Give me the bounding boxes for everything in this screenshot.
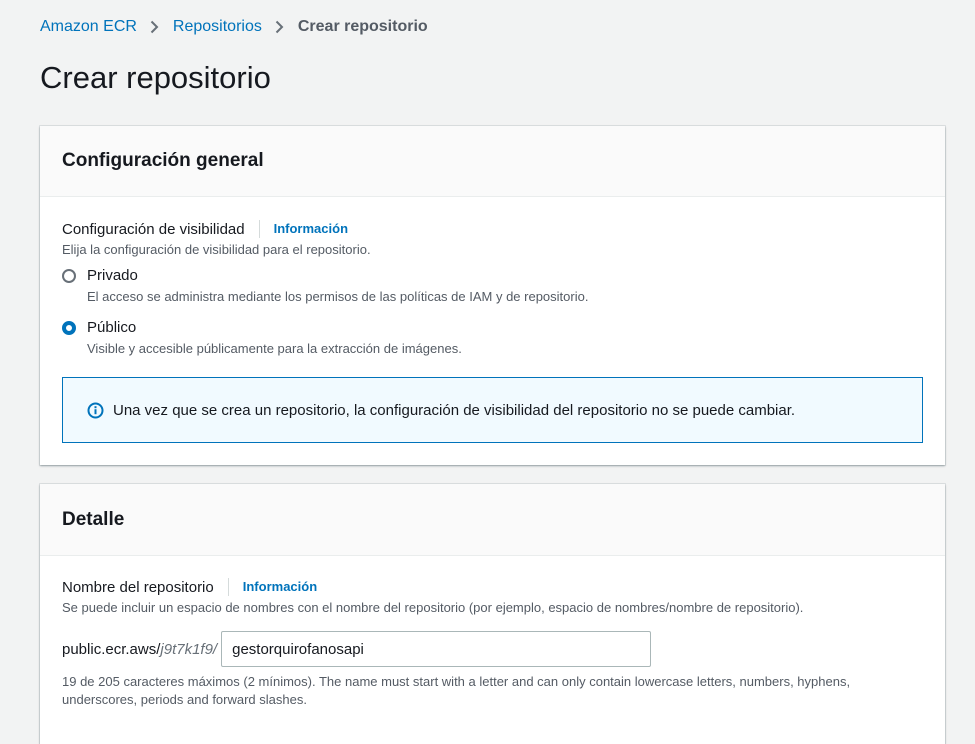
radio-option-public[interactable]: Público Visible y accesible públicamente…	[62, 319, 462, 356]
info-circle-icon	[87, 402, 104, 419]
visibility-info-link[interactable]: Información	[258, 220, 348, 238]
breadcrumb-link-amazon-ecr[interactable]: Amazon ECR	[40, 18, 137, 36]
repository-uri-row: public.ecr.aws/ j9t7k1f9/	[62, 631, 652, 667]
repository-name-constraint: 19 de 205 caracteres máximos (2 mínimos)…	[62, 674, 851, 707]
general-configuration-panel: Configuración general Configuración de v…	[40, 126, 945, 465]
repository-name-input[interactable]	[221, 631, 652, 667]
radio-public-description: Visible y accesible públicamente para la…	[87, 341, 462, 356]
radio-public[interactable]	[62, 320, 76, 335]
panel-title: Configuración general	[62, 150, 264, 171]
radio-private-description: El acceso se administra mediante los per…	[87, 289, 589, 304]
radio-public-label: Público	[87, 319, 137, 336]
radio-private[interactable]	[62, 268, 76, 283]
panel-title: Detalle	[62, 508, 125, 530]
detail-panel: Detalle Nombre del repositorio Informaci…	[40, 484, 945, 744]
visibility-label-row: Configuración de visibilidad Información	[62, 220, 348, 238]
panel-header: Configuración general	[40, 126, 945, 197]
repository-alias: j9t7k1f9/	[160, 640, 218, 658]
repository-name-label-row: Nombre del repositorio Información	[62, 578, 317, 596]
panel-header: Detalle	[40, 484, 945, 556]
repository-name-description: Se puede incluir un espacio de nombres c…	[62, 600, 804, 615]
radio-option-private[interactable]: Privado El acceso se administra mediante…	[62, 267, 588, 304]
chevron-right-icon	[137, 20, 173, 34]
breadcrumb-current: Crear repositorio	[297, 18, 428, 35]
visibility-label: Configuración de visibilidad	[62, 220, 245, 238]
repository-name-info-link[interactable]: Información	[227, 578, 317, 596]
repository-uri-prefix: public.ecr.aws/	[62, 640, 161, 658]
visibility-description: Elija la configuración de visibilidad pa…	[62, 242, 371, 257]
repository-name-label: Nombre del repositorio	[62, 578, 214, 596]
alert-text: Una vez que se crea un repositorio, la c…	[113, 401, 796, 419]
visibility-info-alert: Una vez que se crea un repositorio, la c…	[62, 377, 923, 443]
chevron-right-icon	[262, 20, 298, 34]
page-title: Crear repositorio	[40, 60, 271, 95]
breadcrumb: Amazon ECR Repositorios Crear repositori…	[40, 17, 428, 37]
radio-private-label: Privado	[87, 267, 138, 284]
breadcrumb-link-repositorios[interactable]: Repositorios	[173, 18, 262, 36]
